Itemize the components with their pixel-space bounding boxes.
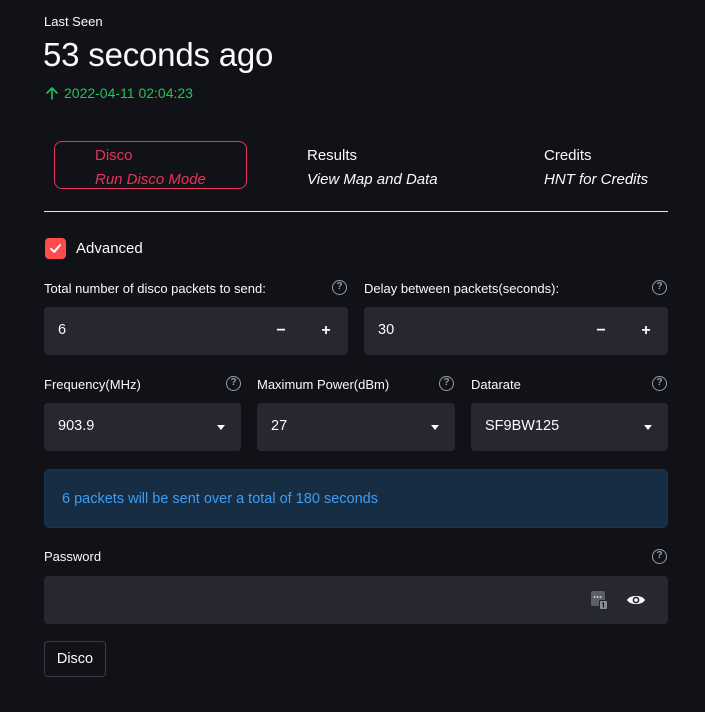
menu-item-title: Results: [307, 147, 358, 164]
menu-item-title: Disco: [95, 147, 133, 164]
frequency-label: Frequency(MHz): [44, 377, 141, 392]
help-icon[interactable]: ?: [652, 280, 667, 295]
password-manager-icon[interactable]: [590, 590, 608, 610]
chevron-down-icon[interactable]: [431, 425, 439, 430]
checkmark-icon: [50, 244, 61, 253]
metric-value: 53 seconds ago: [43, 36, 274, 73]
frequency-select[interactable]: 903.9: [44, 403, 241, 451]
metric-delta: 2022-04-11 02:04:23: [45, 85, 193, 101]
menu-item-subtitle: HNT for Credits: [544, 171, 649, 188]
packets-decrement-button[interactable]: −: [259, 307, 303, 355]
power-value: 27: [271, 418, 288, 434]
advanced-checkbox[interactable]: Advanced: [45, 238, 143, 259]
frequency-value: 903.9: [58, 418, 95, 434]
delay-increment-button[interactable]: +: [624, 307, 668, 355]
info-message: 6 packets will be sent over a total of 1…: [62, 491, 378, 507]
checkbox-box[interactable]: [45, 238, 66, 259]
chevron-down-icon[interactable]: [217, 425, 225, 430]
power-select[interactable]: 27: [257, 403, 455, 451]
menu-item-subtitle: View Map and Data: [307, 171, 438, 188]
power-label: Maximum Power(dBm): [257, 377, 390, 392]
packets-increment-button[interactable]: +: [304, 307, 348, 355]
packets-label: Total number of disco packets to send:: [44, 281, 266, 296]
disco-button[interactable]: Disco: [44, 641, 106, 677]
chevron-down-icon[interactable]: [644, 425, 652, 430]
password-label: Password: [44, 549, 102, 564]
help-icon[interactable]: ?: [332, 280, 347, 295]
menu-item-disco[interactable]: Disco Run Disco Mode: [54, 141, 247, 189]
menu-item-results[interactable]: Results View Map and Data: [307, 141, 438, 189]
menu-item-credits[interactable]: Credits HNT for Credits: [544, 141, 648, 189]
delay-label: Delay between packets(seconds):: [364, 281, 560, 296]
metric-label: Last Seen: [44, 14, 103, 29]
datarate-select[interactable]: SF9BW125: [471, 403, 668, 451]
info-alert: 6 packets will be sent over a total of 1…: [44, 469, 668, 528]
help-icon[interactable]: ?: [226, 376, 241, 391]
datarate-label: Datarate: [471, 377, 521, 392]
password-icons: [590, 590, 646, 610]
datarate-value: SF9BW125: [485, 418, 560, 434]
menu-divider: [44, 211, 668, 212]
packets-value[interactable]: 6: [58, 322, 66, 338]
metric-delta-text: 2022-04-11 02:04:23: [64, 85, 193, 101]
delay-decrement-button[interactable]: −: [579, 307, 623, 355]
app-page: Last Seen 53 seconds ago 2022-04-11 02:0…: [0, 0, 705, 712]
password-input[interactable]: [44, 576, 668, 624]
delay-value[interactable]: 30: [378, 322, 394, 338]
help-icon[interactable]: ?: [652, 549, 667, 564]
packets-input[interactable]: 6 − +: [44, 307, 348, 355]
arrow-up-icon: [46, 87, 58, 100]
menu-item-title: Credits: [544, 147, 592, 164]
menu-item-subtitle: Run Disco Mode: [95, 171, 206, 188]
help-icon[interactable]: ?: [652, 376, 667, 391]
eye-icon[interactable]: [626, 593, 646, 607]
advanced-label: Advanced: [76, 240, 143, 257]
delay-input[interactable]: 30 − +: [364, 307, 668, 355]
help-icon[interactable]: ?: [439, 376, 454, 391]
